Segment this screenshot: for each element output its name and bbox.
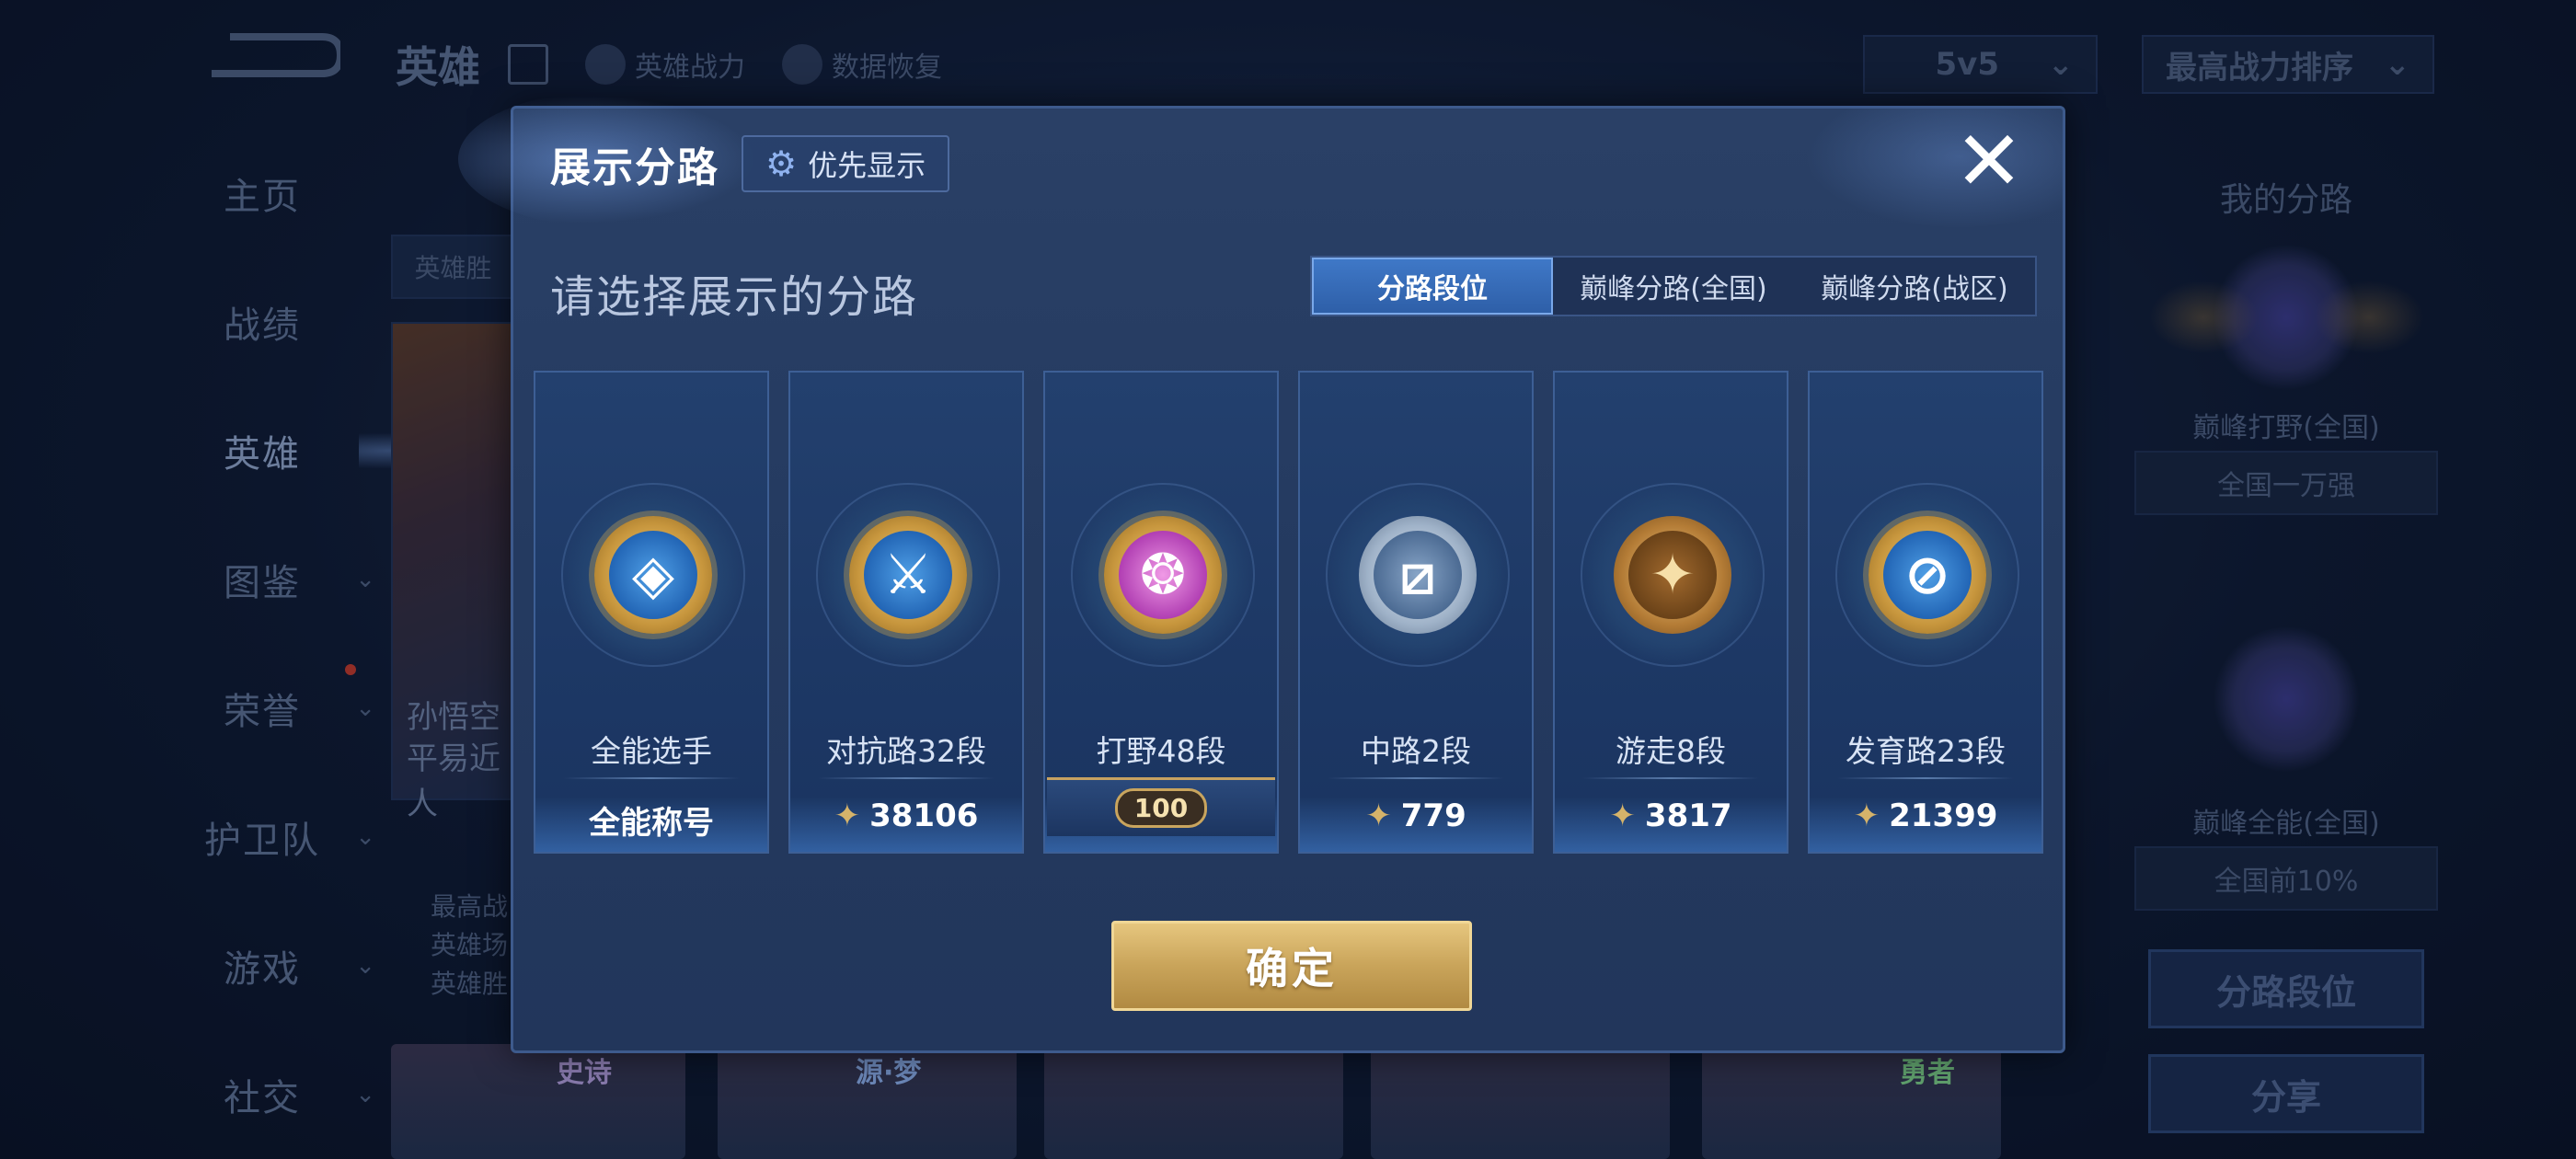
badge-glyph: ⊘ <box>1883 531 1972 619</box>
badge-glyph: ⧄ <box>1374 531 1462 619</box>
divider <box>1837 777 2014 779</box>
lane-card-name: 游走8段 <box>1616 733 1726 769</box>
all-round-icon: ◈ <box>594 516 712 634</box>
lane-card-name: 发育路23段 <box>1846 733 2006 769</box>
badge-halo: ✦ <box>1581 483 1765 667</box>
badge-halo: ⊘ <box>1835 483 2019 667</box>
lane-card-value-text: 3817 <box>1644 798 1732 834</box>
lane-card-value: ✦ 38106 <box>790 798 1022 834</box>
mid-lane-icon: ⧄ <box>1359 516 1477 634</box>
priority-display-button[interactable]: ⚙ 优先显示 <box>742 135 950 192</box>
dialog-header: 展示分路 ⚙ 优先显示 <box>550 127 950 201</box>
close-icon: ✕ <box>1954 113 2024 210</box>
gear-icon: ⚙ <box>765 143 798 184</box>
badge-halo: ⧄ <box>1326 483 1510 667</box>
badge-glyph: ✦ <box>1628 531 1717 619</box>
rank-banner: 100 <box>1047 777 1275 836</box>
lane-card[interactable]: ⧄ 中路2段 ✦ 779 <box>1298 371 1534 854</box>
lane-card-name: 对抗路32段 <box>826 733 986 769</box>
priority-display-label: 优先显示 <box>808 148 926 183</box>
badge-halo: ⚔ <box>816 483 1000 667</box>
lane-card[interactable]: ◈ 全能选手全能称号 <box>534 371 769 854</box>
badge-halo: ◈ <box>561 483 745 667</box>
divider <box>563 777 740 779</box>
points-icon: ✦ <box>834 798 861 834</box>
tab-lane-rank[interactable]: 分路段位 <box>1312 258 1553 315</box>
close-button[interactable]: ✕ <box>1952 120 2026 203</box>
dialog-title: 展示分路 <box>550 144 719 191</box>
badge-glyph: ◈ <box>609 531 697 619</box>
tab-label: 分路段位 <box>1377 273 1488 305</box>
lane-card-value-text: 38106 <box>869 798 979 834</box>
lane-card-value-text: 全能称号 <box>589 805 714 842</box>
lane-card-value: 全能称号 <box>535 798 767 843</box>
lane-tabs: 分路段位 巅峰分路(全国) 巅峰分路(战区) <box>1310 256 2037 316</box>
lane-card[interactable]: ❂ 打野48段 100 <box>1043 371 1279 854</box>
lane-card[interactable]: ✦ 游走8段 ✦ 3817 <box>1553 371 1788 854</box>
badge-glyph: ⚔ <box>864 531 952 619</box>
lane-card-value: ✦ 3817 <box>1555 798 1787 834</box>
lane-card[interactable]: ⚔ 对抗路32段 ✦ 38106 <box>788 371 1024 854</box>
game-screen: 主页 战绩 英雄 图鉴 ⌄ 荣誉 ⌄ 护卫队 ⌄ 游戏 ⌄ 社交 ⌄ 英雄 英雄战力 数据恢复 5v5 … <box>0 0 2576 1159</box>
clash-lane-icon: ⚔ <box>849 516 967 634</box>
lane-card-value-text: 21399 <box>1889 798 1998 834</box>
lane-card-name: 中路2段 <box>1361 733 1471 769</box>
divider <box>1328 777 1504 779</box>
roam-icon: ✦ <box>1614 516 1731 634</box>
lane-card-list: ◈ 全能选手 全能称号 ⚔ 对抗路32段 ✦ 38106 ❂ 打野48段 100 ⧄ 中路2段 ✦ 779… <box>534 371 2043 854</box>
lane-display-dialog: 展示分路 ⚙ 优先显示 ✕ 请选择展示的分路 分路段位 巅峰分路(全国) 巅峰分… <box>458 90 2065 1053</box>
badge-glyph: ❂ <box>1119 531 1207 619</box>
lane-card-name: 全能选手 <box>591 733 712 769</box>
divider <box>818 777 995 779</box>
lane-card[interactable]: ⊘ 发育路23段 ✦ 21399 <box>1808 371 2043 854</box>
confirm-button[interactable]: 确定 <box>1111 921 1472 1011</box>
confirm-button-label: 确定 <box>1246 944 1338 993</box>
points-icon: ✦ <box>1609 798 1636 834</box>
divider <box>1582 777 1759 779</box>
lane-card-name: 打野48段 <box>1096 733 1226 769</box>
farm-lane-icon: ⊘ <box>1869 516 1986 634</box>
tab-peak-region[interactable]: 巅峰分路(战区) <box>1794 258 2035 315</box>
lane-card-value: ✦ 21399 <box>1810 798 2041 834</box>
badge-halo: ❂ <box>1071 483 1255 667</box>
tab-label: 巅峰分路(战区) <box>1821 273 2008 305</box>
lane-card-value: ✦ 779 <box>1300 798 1532 834</box>
tab-label: 巅峰分路(全国) <box>1580 273 1767 305</box>
points-icon: ✦ <box>1365 798 1392 834</box>
tab-peak-national[interactable]: 巅峰分路(全国) <box>1553 258 1794 315</box>
points-icon: ✦ <box>1853 798 1880 834</box>
lane-card-value-text: 779 <box>1400 798 1466 834</box>
rank-plate: 100 <box>1114 788 1208 828</box>
jungle-icon: ❂ <box>1104 516 1222 634</box>
section-title: 请选择展示的分路 <box>550 271 919 323</box>
